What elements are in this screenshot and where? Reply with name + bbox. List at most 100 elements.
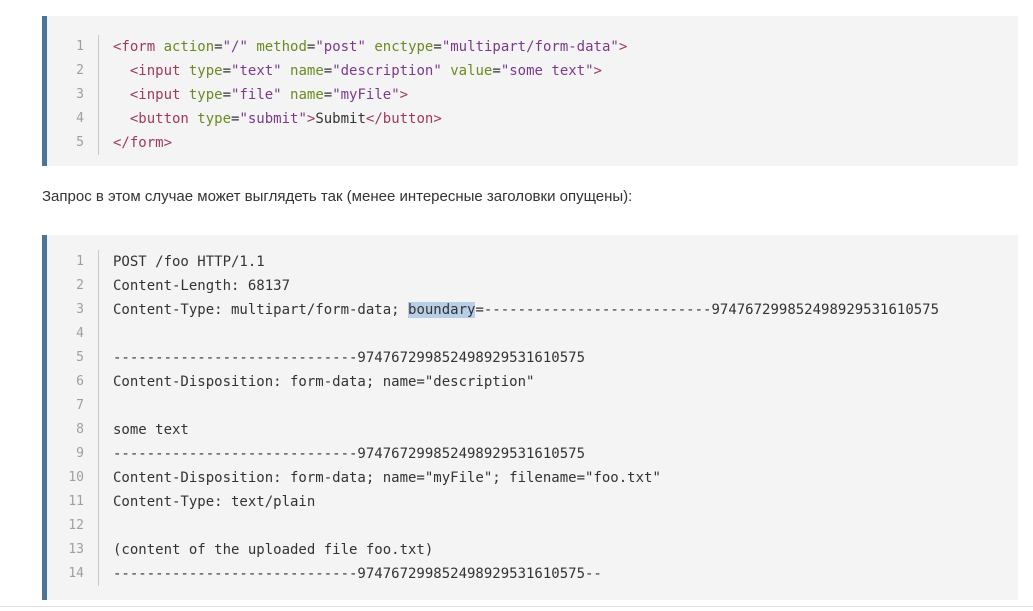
code-token: "/"	[222, 39, 248, 55]
code-token: <input	[129, 63, 189, 79]
code-line: 7	[47, 394, 1018, 418]
page-divider	[0, 606, 1033, 607]
code-text: POST /foo HTTP/1.1	[99, 250, 265, 274]
line-number: 2	[47, 274, 99, 298]
line-number: 10	[47, 466, 99, 490]
code-token: some text	[113, 422, 189, 438]
code-text: Content-Disposition: form-data; name="de…	[99, 370, 534, 394]
line-number: 6	[47, 370, 99, 394]
code-token: method	[256, 39, 307, 55]
highlighted-token: boundary	[408, 302, 476, 318]
line-number: 3	[47, 298, 99, 322]
code-token: <button	[129, 111, 198, 127]
code-token: <form	[113, 39, 164, 55]
code-token: Content-Length: 68137	[113, 278, 291, 294]
code-line: 1 POST /foo HTTP/1.1	[47, 250, 1018, 274]
line-number: 1	[47, 35, 99, 59]
line-number: 4	[47, 107, 99, 131]
code-token: -----------------------------97476729985…	[113, 350, 586, 366]
line-number: 14	[47, 562, 99, 586]
code-token: "post"	[315, 39, 366, 55]
code-text: (content of the uploaded file foo.txt)	[99, 538, 433, 562]
code-token: "multipart/form-data"	[441, 39, 619, 55]
code-line: 5 </form>	[47, 131, 1018, 155]
code-token: "description"	[332, 63, 442, 79]
code-token: <input	[129, 87, 189, 103]
line-number: 12	[47, 514, 99, 538]
code-line: 8 some text	[47, 418, 1018, 442]
code-token: type	[188, 87, 223, 103]
code-line: 12	[47, 514, 1018, 538]
code-text: Content-Length: 68137	[99, 274, 290, 298]
code-token: "submit"	[239, 111, 307, 127]
code-line: 2 <input type="text" name="description" …	[47, 59, 1018, 83]
code-token: name	[290, 87, 324, 103]
code-text: -----------------------------97476729985…	[99, 346, 585, 370]
line-number: 7	[47, 394, 99, 418]
code-line: 1 <form action="/" method="post" enctype=…	[47, 35, 1018, 59]
code-line: 6 Content-Disposition: form-data; name="d…	[47, 370, 1018, 394]
code-line: 4 <button type="submit">Submit</button>	[47, 107, 1018, 131]
code-line: 2 Content-Length: 68137	[47, 274, 1018, 298]
code-text: <button type="submit">Submit</button>	[99, 107, 442, 131]
line-number: 8	[47, 418, 99, 442]
code-token: >	[618, 39, 628, 55]
line-number: 2	[47, 59, 99, 83]
code-text: Content-Disposition: form-data; name="my…	[99, 466, 661, 490]
line-number: 5	[47, 131, 99, 155]
code-line: 3 <input type="file" name="myFile">	[47, 83, 1018, 107]
code-line: 3 Content-Type: multipart/form-data; boun…	[47, 298, 1018, 322]
line-number: 1	[47, 250, 99, 274]
line-number: 11	[47, 490, 99, 514]
code-token: =	[492, 63, 501, 79]
code-line: 5 -----------------------------9747672998…	[47, 346, 1018, 370]
code-line: 4	[47, 322, 1018, 346]
code-text: <input type="text" name="description" va…	[99, 59, 602, 83]
code-token: -----------------------------97476729985…	[113, 566, 602, 582]
code-token: =	[323, 63, 333, 79]
code-line: 9 -----------------------------9747672998…	[47, 442, 1018, 466]
code-text: some text	[99, 418, 189, 442]
code-token: >	[593, 63, 602, 79]
code-token: =	[214, 39, 223, 55]
description-paragraph: Запрос в этом случае может выглядеть так…	[42, 188, 633, 205]
code-token: >	[399, 87, 409, 103]
code-token: type	[188, 63, 223, 79]
code-token: =	[222, 87, 232, 103]
code-token: "text"	[231, 63, 282, 79]
html-code-block: 1 <form action="/" method="post" enctype=…	[42, 16, 1018, 166]
code-token: "myFile"	[332, 87, 400, 103]
line-number: 5	[47, 346, 99, 370]
code-token: Content-Disposition: form-data; name="my…	[113, 470, 661, 486]
code-token: "file"	[231, 87, 282, 103]
code-token: =	[222, 63, 232, 79]
code-text: -----------------------------97476729985…	[99, 442, 585, 466]
line-number: 13	[47, 538, 99, 562]
code-line: 13 (content of the uploaded file foo.txt)	[47, 538, 1018, 562]
code-text: <input type="file" name="myFile">	[99, 83, 408, 107]
code-token: (content of the uploaded file foo.txt)	[113, 542, 434, 558]
code-token: -----------------------------97476729985…	[113, 446, 586, 462]
line-number: 3	[47, 83, 99, 107]
code-text: </form>	[99, 131, 172, 155]
code-line: 11 Content-Type: text/plain	[47, 490, 1018, 514]
http-request-code-block: 1 POST /foo HTTP/1.1 2 Content-Length: 6813…	[42, 235, 1018, 600]
code-text: -----------------------------97476729985…	[99, 562, 602, 586]
code-token: action	[163, 39, 215, 55]
code-token: =	[433, 39, 442, 55]
code-token: =---------------------------974767299852…	[475, 302, 940, 318]
code-token: </form>	[113, 135, 173, 151]
code-token: POST /foo HTTP/1.1	[113, 254, 265, 270]
code-token: type	[197, 111, 232, 127]
code-text: <form action="/" method="post" enctype="…	[99, 35, 627, 59]
code-line: 14 -----------------------------974767299…	[47, 562, 1018, 586]
code-text: Content-Type: text/plain	[99, 490, 315, 514]
code-token: "some text"	[500, 63, 594, 79]
code-token: =	[323, 87, 333, 103]
code-token: Content-Type: text/plain	[113, 494, 316, 510]
